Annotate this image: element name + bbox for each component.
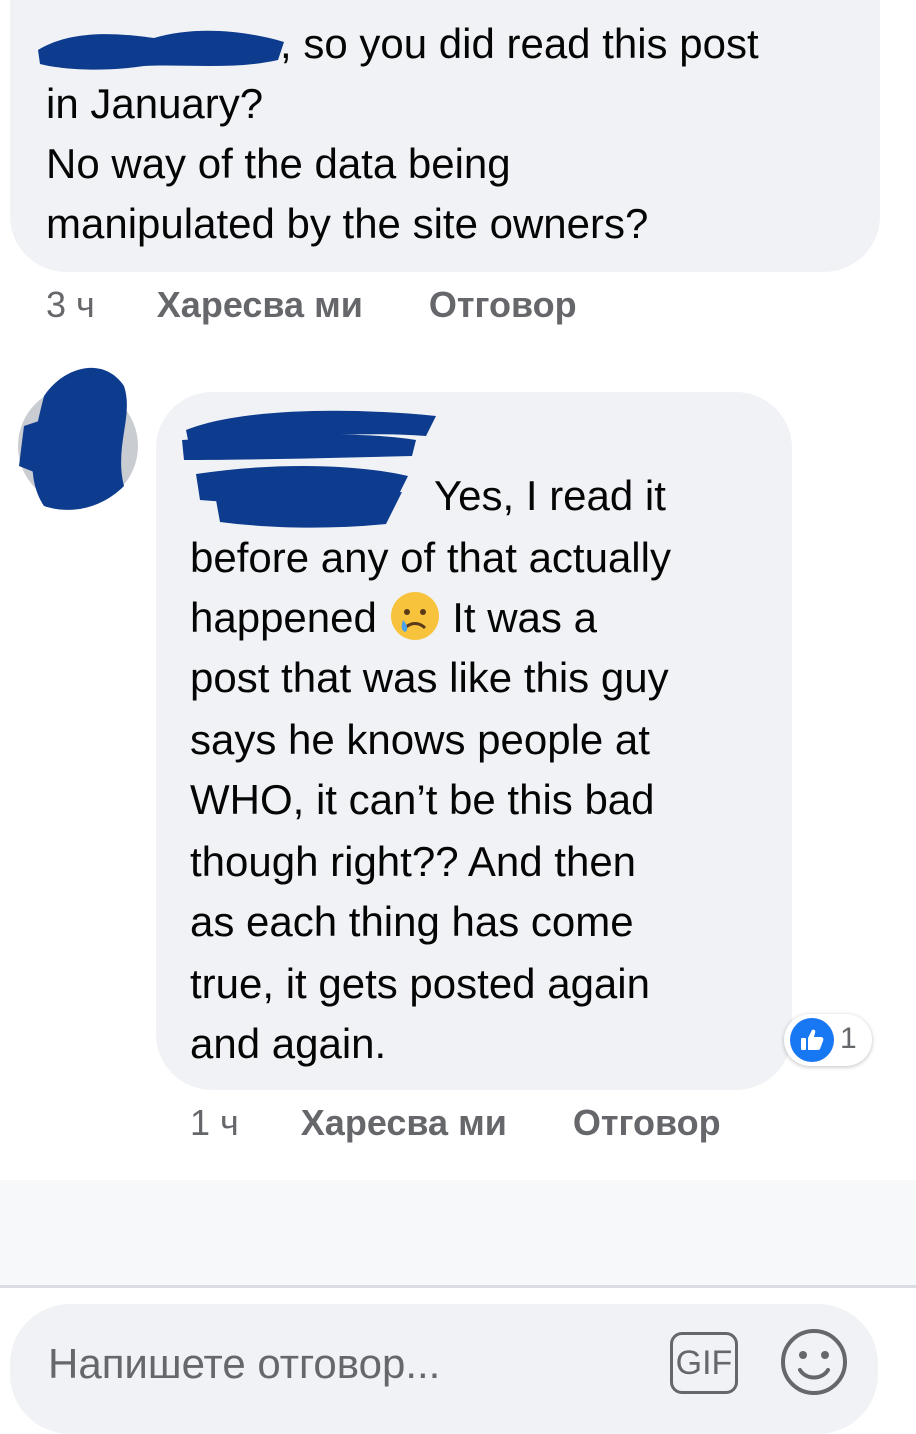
- redaction-mark-name-1: [38, 30, 284, 70]
- comment-1-like-button[interactable]: Харесва ми: [157, 284, 363, 325]
- comment-1-timestamp: 3 ч: [46, 284, 95, 325]
- comment-1-line-1: , so you did read this post: [280, 20, 759, 67]
- comment-1-line-3: No way of the data being: [46, 140, 511, 187]
- comment-2-line-3: happened It was a: [190, 588, 597, 648]
- thumbs-up-icon: [790, 1018, 834, 1062]
- gif-button[interactable]: GIF: [670, 1332, 738, 1394]
- smiley-icon[interactable]: [778, 1326, 850, 1398]
- comment-2-line-9: true, it gets posted again: [190, 960, 650, 1007]
- redaction-mark-name-2: [182, 410, 436, 528]
- crying-face-icon: [390, 592, 439, 640]
- comment-2-line-6: WHO, it can’t be this bad: [190, 776, 655, 823]
- avatar[interactable]: [14, 356, 140, 516]
- reaction-count: 1: [840, 1022, 857, 1055]
- comment-2-line-10: and again.: [190, 1020, 387, 1067]
- comment-2-line-7: though right?? And then: [190, 838, 637, 885]
- footer-background: [0, 1180, 916, 1286]
- comment-2-reply-button[interactable]: Отговор: [573, 1102, 721, 1143]
- comment-1-line-2: in January?: [46, 80, 264, 127]
- reply-composer[interactable]: Напишете отговор... GIF: [10, 1304, 878, 1434]
- comment-2-line-1: Yes, I read it: [434, 472, 666, 519]
- reply-input[interactable]: Напишете отговор...: [48, 1340, 440, 1388]
- comment-2-line-2: before any of that actually: [190, 534, 671, 581]
- divider: [0, 1285, 916, 1288]
- comment-2-line-8: as each thing has come: [190, 898, 634, 945]
- comment-2-line-5: says he knows people at: [190, 716, 650, 763]
- comment-1-reply-button[interactable]: Отговор: [429, 284, 577, 325]
- comment-1-line-4: manipulated by the site owners?: [46, 200, 649, 247]
- comment-1-actions: 3 ч Харесва ми Отговор: [46, 284, 577, 326]
- comment-2-timestamp: 1 ч: [190, 1102, 239, 1143]
- comment-2-line-4: post that was like this guy: [190, 654, 669, 701]
- comment-2-like-button[interactable]: Харесва ми: [301, 1102, 507, 1143]
- comment-2-actions: 1 ч Харесва ми Отговор: [190, 1102, 721, 1144]
- reaction-badge[interactable]: 1: [784, 1014, 872, 1066]
